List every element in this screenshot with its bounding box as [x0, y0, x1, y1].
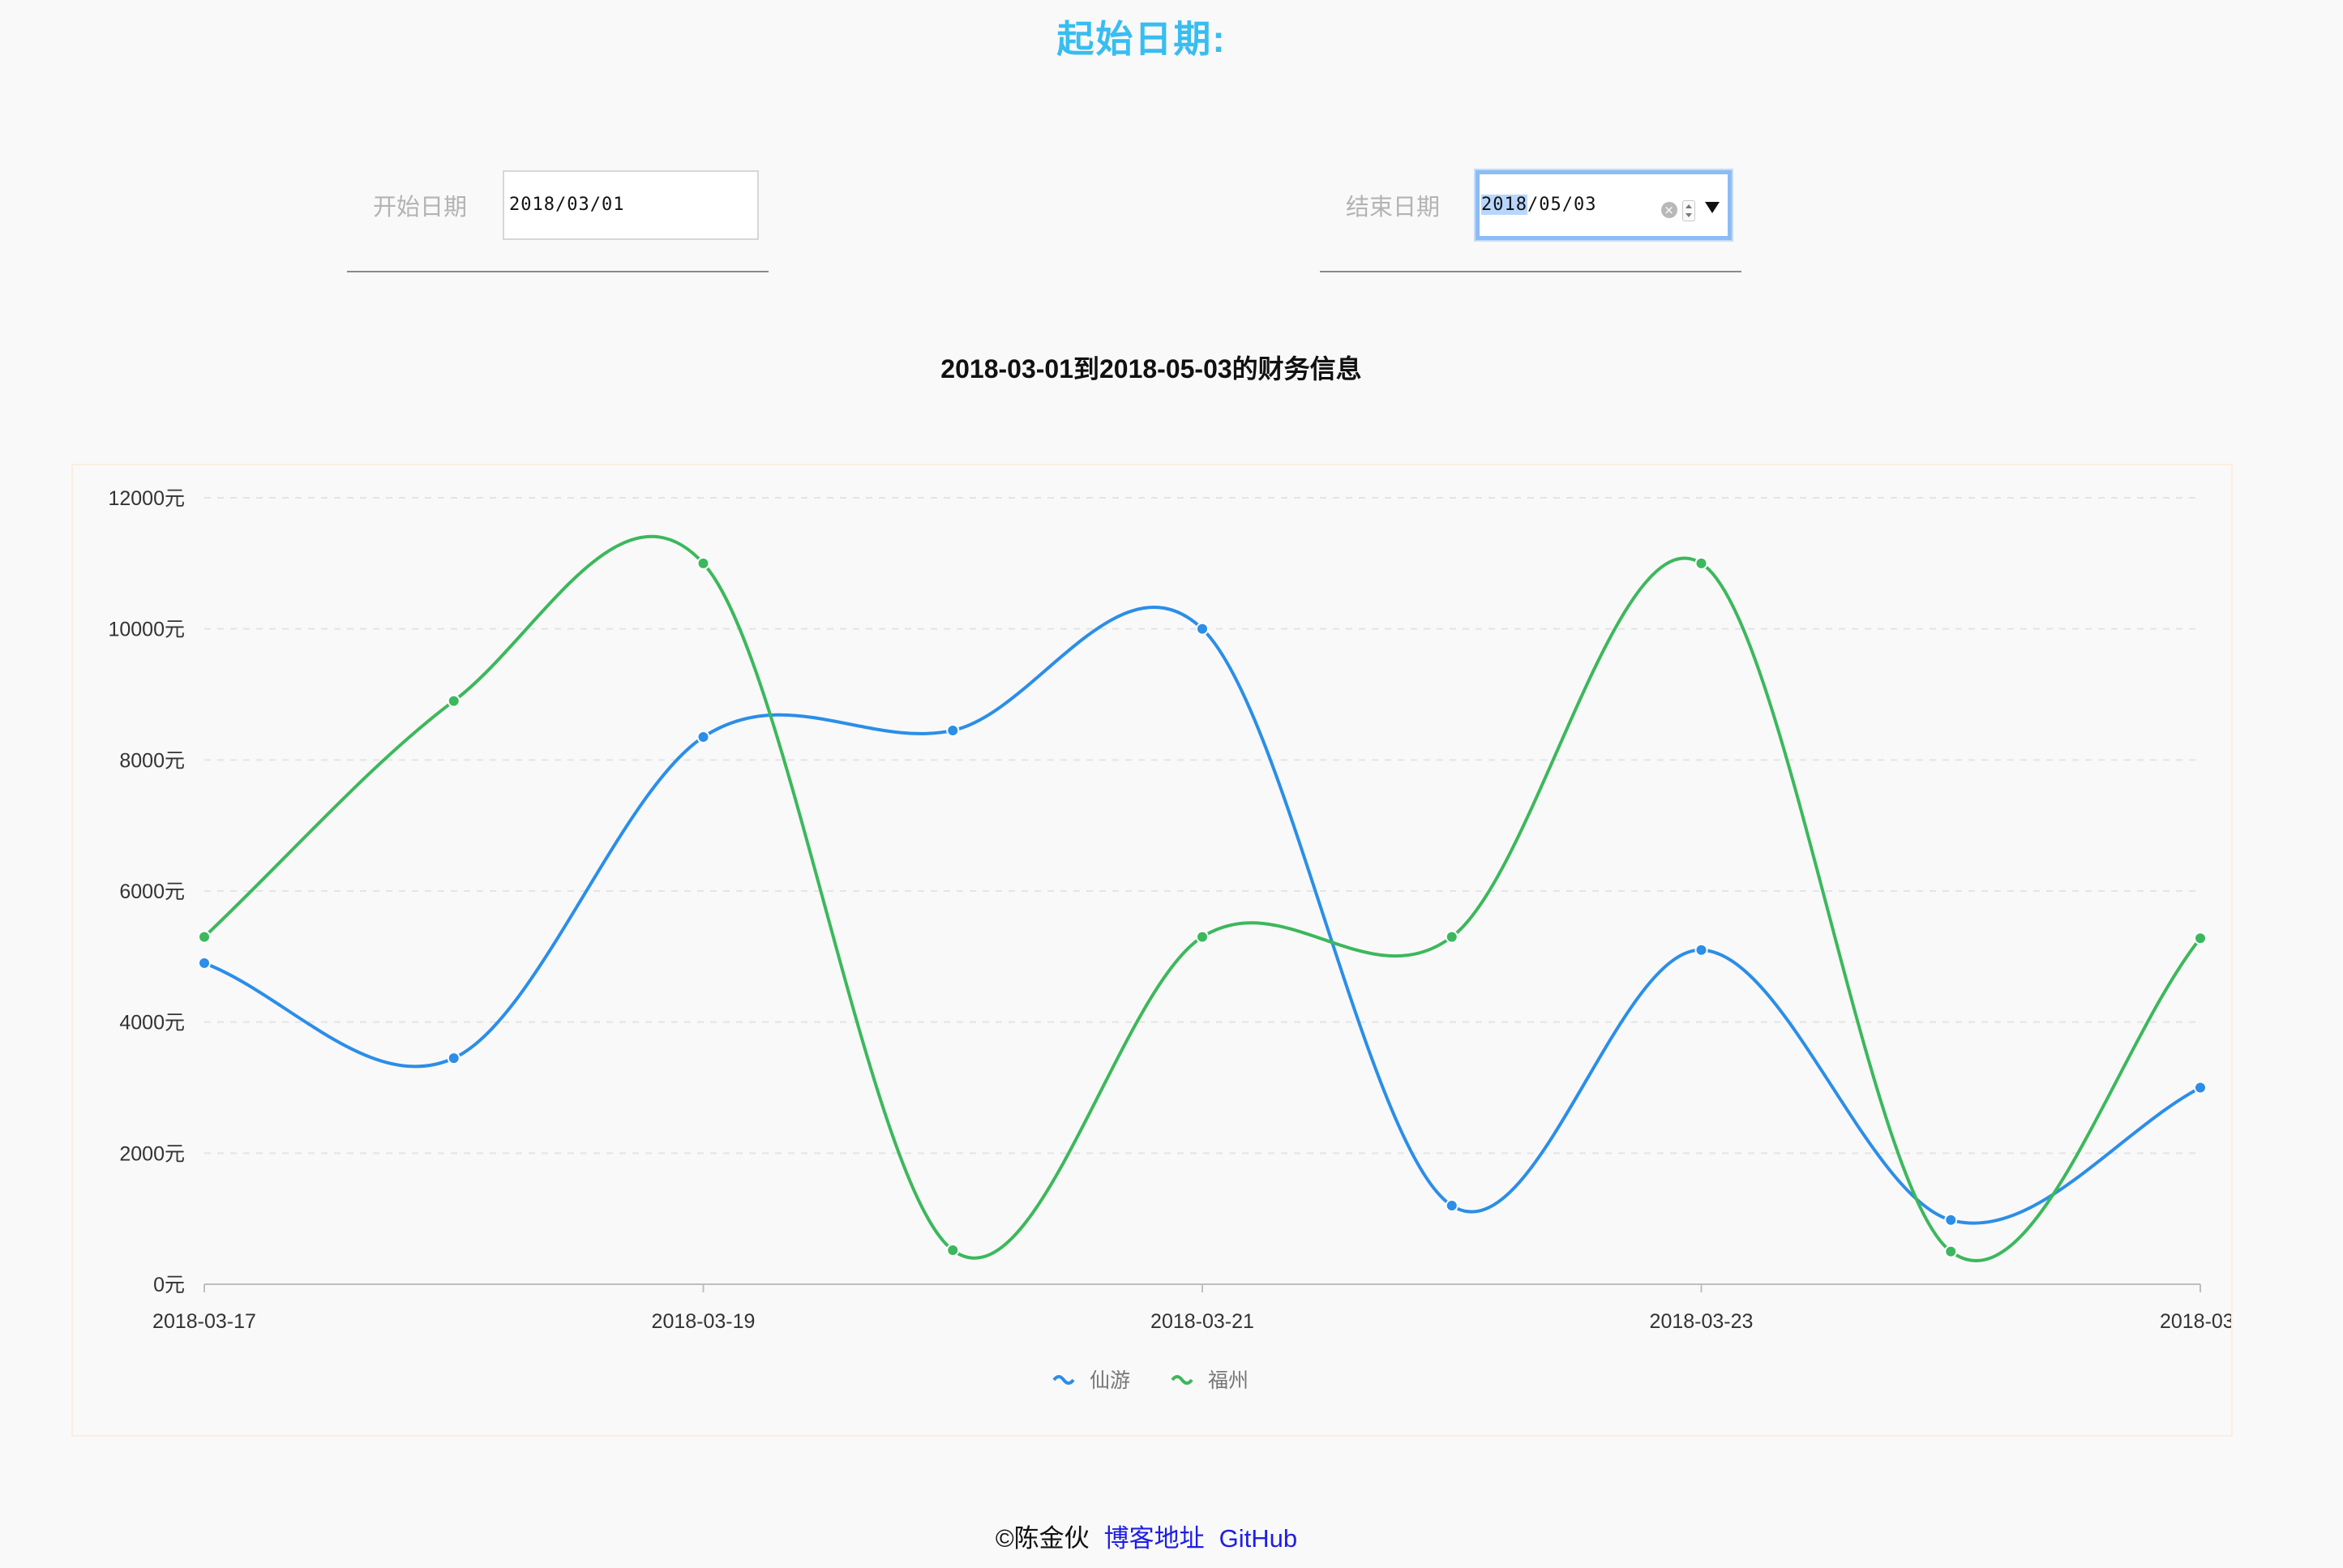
y-tick-label: 0元	[153, 1274, 185, 1296]
series-line-1	[203, 606, 2201, 1225]
stepper-icon[interactable]	[1682, 200, 1695, 221]
y-tick-label: 6000元	[119, 880, 185, 903]
copyright-text: ©陈金伙	[995, 1524, 1090, 1553]
y-tick-label: 8000元	[119, 749, 185, 772]
y-tick-label: 12000元	[108, 487, 185, 510]
y-tick-label: 10000元	[108, 619, 185, 641]
blog-link[interactable]: 博客地址	[1104, 1524, 1205, 1553]
start-date-underline	[347, 271, 769, 272]
legend-label: 仙游	[1090, 1369, 1130, 1392]
footer: ©陈金伙 博客地址 GitHub	[0, 1518, 2293, 1554]
end-date-group: 结束日期 2018/05/03 ×	[1320, 170, 1741, 272]
data-point	[2194, 1081, 2207, 1095]
legend-swatch	[1171, 1375, 1193, 1385]
end-date-underline	[1320, 271, 1741, 272]
data-point	[1944, 1245, 1958, 1258]
y-tick-label: 4000元	[119, 1012, 185, 1035]
data-point	[1944, 1213, 1958, 1227]
x-tick-label: 2018-03-	[2160, 1310, 2233, 1333]
clear-icon[interactable]: ×	[1661, 202, 1677, 218]
data-point	[2194, 932, 2207, 945]
data-point	[696, 730, 710, 744]
github-link[interactable]: GitHub	[1219, 1524, 1297, 1553]
chart-title: 2018-03-01到2018-05-03的财务信息	[940, 354, 1362, 383]
line-chart: 0元 2000元 4000元 6000元 8000元 10000元 12000元 2018-0…	[108, 487, 2233, 1392]
data-point	[946, 1243, 960, 1257]
data-point	[198, 930, 211, 944]
data-point	[447, 694, 460, 708]
start-date-group: 开始日期 2018/03/01	[347, 170, 769, 272]
y-tick-label: 2000元	[119, 1142, 185, 1165]
data-point	[1196, 930, 1209, 944]
dropdown-icon[interactable]	[1705, 202, 1720, 213]
x-tick-label: 2018-03-17	[152, 1310, 256, 1333]
data-point	[946, 723, 960, 737]
data-point	[696, 556, 710, 570]
series-line-2	[203, 534, 2202, 1262]
data-point	[1445, 1199, 1458, 1212]
data-point	[447, 1052, 460, 1065]
end-date-year-selected: 2018	[1481, 195, 1527, 215]
end-date-input[interactable]: 2018/05/03 ×	[1476, 170, 1732, 240]
data-point	[1694, 556, 1708, 570]
data-point	[1694, 943, 1708, 957]
data-point	[1196, 622, 1209, 636]
x-tick-label: 2018-03-21	[1150, 1310, 1254, 1333]
legend-label: 福州	[1208, 1369, 1249, 1392]
start-date-value: 2018/03/01	[509, 195, 625, 215]
start-date-input[interactable]: 2018/03/01	[503, 170, 759, 240]
data-point	[198, 956, 211, 970]
data-point	[1445, 930, 1458, 944]
chart-container: 0元 2000元 4000元 6000元 8000元 10000元 12000元 2018-0…	[71, 464, 2233, 1437]
page-heading: 起始日期:	[1056, 18, 1227, 60]
x-tick-label: 2018-03-23	[1650, 1310, 1754, 1333]
legend-swatch	[1052, 1375, 1075, 1385]
end-date-value-rest: /05/03	[1527, 195, 1597, 215]
start-date-label: 开始日期	[373, 195, 468, 221]
end-date-label: 结束日期	[1346, 195, 1441, 221]
x-tick-label: 2018-03-19	[652, 1310, 756, 1333]
